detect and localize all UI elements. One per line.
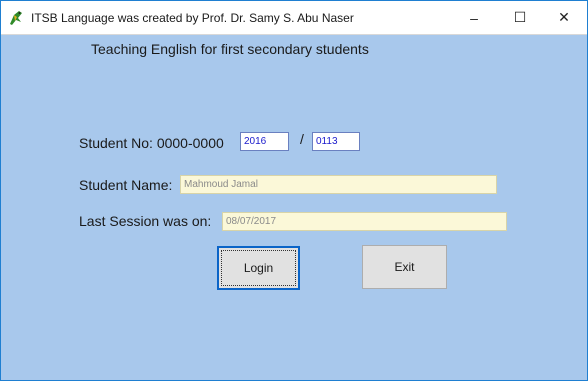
student-name-label: Student Name: <box>79 177 173 193</box>
app-icon <box>7 9 25 27</box>
exit-button[interactable]: Exit <box>362 245 447 289</box>
student-no-number-input[interactable] <box>312 132 360 151</box>
window-title: ITSB Language was created by Prof. Dr. S… <box>31 11 354 25</box>
form-heading: Teaching English for first secondary stu… <box>91 41 369 57</box>
close-button[interactable]: ✕ <box>541 1 587 34</box>
student-name-field[interactable] <box>180 175 497 194</box>
last-session-field[interactable] <box>222 212 507 231</box>
minimize-button[interactable]: – <box>451 1 497 34</box>
login-button[interactable]: Login <box>217 246 300 290</box>
exit-button-label: Exit <box>394 260 415 274</box>
title-bar[interactable]: ITSB Language was created by Prof. Dr. S… <box>1 1 587 35</box>
student-no-year-input[interactable] <box>240 132 289 151</box>
app-window: ITSB Language was created by Prof. Dr. S… <box>0 0 588 381</box>
maximize-button[interactable]: ☐ <box>497 1 543 34</box>
student-no-label: Student No: 0000-0000 <box>79 135 224 151</box>
student-no-separator: / <box>300 131 304 147</box>
login-form: Teaching English for first secondary stu… <box>1 35 587 380</box>
login-button-label: Login <box>243 261 274 275</box>
last-session-label: Last Session was on: <box>79 213 212 229</box>
